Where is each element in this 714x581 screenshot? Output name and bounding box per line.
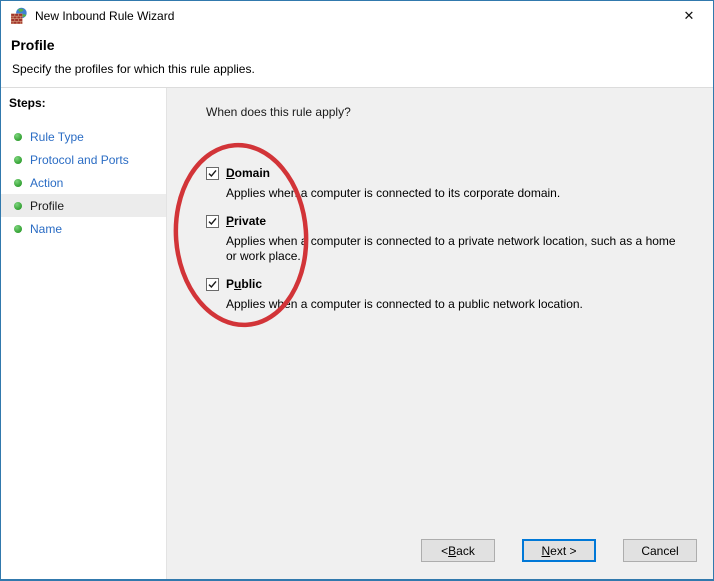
close-icon[interactable]: ✕ — [673, 2, 705, 30]
next-button[interactable]: Next > — [522, 539, 596, 562]
wizard-window: New Inbound Rule Wizard ✕ Profile Specif… — [0, 0, 714, 581]
sidebar-item-name[interactable]: Name — [1, 217, 166, 240]
step-label: Profile — [30, 199, 64, 213]
wizard-body: Steps: Rule Type Protocol and Ports Acti… — [1, 88, 713, 579]
step-bullet-icon — [14, 202, 22, 210]
step-label: Rule Type — [30, 130, 84, 144]
sidebar-item-rule-type[interactable]: Rule Type — [1, 125, 166, 148]
domain-option: Domain Applies when a computer is connec… — [206, 166, 697, 201]
step-label: Name — [30, 222, 62, 236]
step-bullet-icon — [14, 225, 22, 233]
sidebar-item-protocol-and-ports[interactable]: Protocol and Ports — [1, 148, 166, 171]
wizard-buttons: < Back Next > Cancel — [421, 539, 697, 562]
wizard-header: Profile Specify the profiles for which t… — [1, 31, 713, 88]
titlebar: New Inbound Rule Wizard ✕ — [1, 1, 713, 31]
public-description: Applies when a computer is connected to … — [226, 297, 681, 312]
public-checkbox[interactable] — [206, 278, 219, 291]
steps-sidebar: Steps: Rule Type Protocol and Ports Acti… — [1, 88, 167, 579]
step-bullet-icon — [14, 179, 22, 187]
firewall-icon — [10, 7, 28, 25]
domain-label: Domain — [226, 166, 270, 180]
steps-heading: Steps: — [1, 96, 166, 110]
private-description: Applies when a computer is connected to … — [226, 234, 681, 264]
sidebar-item-action[interactable]: Action — [1, 171, 166, 194]
step-bullet-icon — [14, 133, 22, 141]
step-bullet-icon — [14, 156, 22, 164]
step-label: Protocol and Ports — [30, 153, 129, 167]
private-option: Private Applies when a computer is conne… — [206, 214, 697, 264]
private-checkbox[interactable] — [206, 215, 219, 228]
cancel-button[interactable]: Cancel — [623, 539, 697, 562]
public-option: Public Applies when a computer is connec… — [206, 277, 697, 312]
back-button[interactable]: < Back — [421, 539, 495, 562]
page-subtitle: Specify the profiles for which this rule… — [12, 62, 703, 76]
public-label: Public — [226, 277, 262, 291]
step-label: Action — [30, 176, 63, 190]
domain-description: Applies when a computer is connected to … — [226, 186, 681, 201]
question-text: When does this rule apply? — [206, 105, 697, 119]
window-title: New Inbound Rule Wizard — [35, 9, 174, 23]
profile-step-content: When does this rule apply? Domain Applie… — [167, 88, 713, 579]
domain-checkbox[interactable] — [206, 167, 219, 180]
page-title: Profile — [11, 37, 703, 53]
private-label: Private — [226, 214, 266, 228]
sidebar-item-profile[interactable]: Profile — [1, 194, 166, 217]
